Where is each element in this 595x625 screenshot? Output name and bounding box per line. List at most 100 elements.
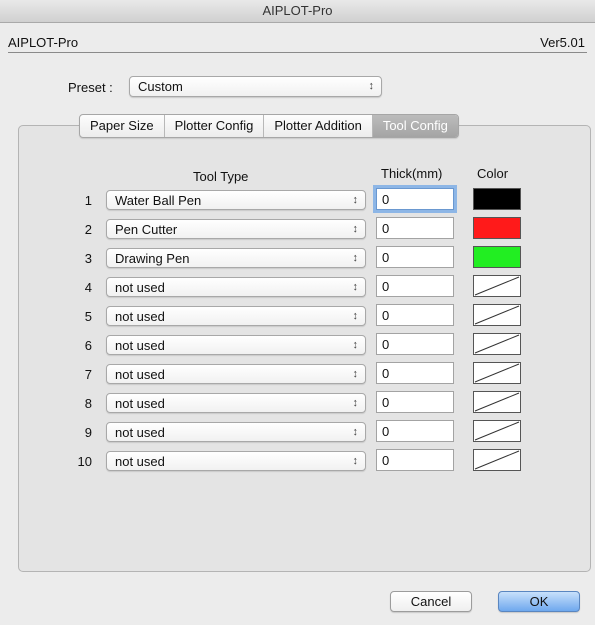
no-color-icon	[474, 421, 520, 441]
preset-select[interactable]: Custom ↕	[129, 76, 382, 97]
app-name: AIPLOT-Pro	[8, 35, 79, 50]
tool-row: 5 not used ↕ 0	[0, 304, 595, 326]
tool-type-header: Tool Type	[193, 169, 249, 184]
preset-label: Preset :	[68, 80, 113, 95]
tool-row: 6 not used ↕ 0	[0, 333, 595, 355]
color-header: Color	[477, 166, 509, 181]
tab-plotter-config[interactable]: Plotter Config	[165, 115, 265, 137]
thick-header: Thick(mm)	[381, 166, 443, 181]
tab-paper-size[interactable]: Paper Size	[80, 115, 165, 137]
thickness-input[interactable]: 0	[376, 333, 454, 355]
tool-type-select[interactable]: Pen Cutter ↕	[106, 219, 366, 239]
tool-type-value: not used	[115, 454, 165, 469]
tool-type-value: Water Ball Pen	[115, 193, 202, 208]
updown-arrows-icon: ↕	[352, 368, 359, 380]
thickness-input[interactable]: 0	[376, 275, 454, 297]
row-number: 8	[84, 396, 92, 411]
thickness-input[interactable]: 0	[376, 420, 454, 442]
tool-type-value: not used	[115, 280, 165, 295]
tool-type-value: not used	[115, 309, 165, 324]
thickness-input[interactable]: 0	[376, 217, 454, 239]
thickness-value: 0	[382, 424, 390, 439]
tool-row: 7 not used ↕ 0	[0, 362, 595, 384]
tool-type-select[interactable]: not used ↕	[106, 306, 366, 326]
color-swatch[interactable]	[473, 246, 521, 268]
tool-type-value: not used	[115, 396, 165, 411]
tool-row: 9 not used ↕ 0	[0, 420, 595, 442]
color-swatch[interactable]	[473, 217, 521, 239]
thickness-value: 0	[382, 366, 390, 381]
thickness-input[interactable]: 0	[376, 362, 454, 384]
header-divider	[8, 52, 587, 53]
row-number: 3	[84, 251, 92, 266]
thickness-input[interactable]: 0	[376, 449, 454, 471]
color-swatch[interactable]	[473, 449, 521, 471]
tool-row: 8 not used ↕ 0	[0, 391, 595, 413]
no-color-icon	[474, 363, 520, 383]
tool-type-select[interactable]: not used ↕	[106, 364, 366, 384]
ok-button[interactable]: OK	[498, 591, 580, 612]
updown-arrows-icon: ↕	[352, 310, 359, 322]
tool-type-value: not used	[115, 338, 165, 353]
tab-tool-config[interactable]: Tool Config	[372, 115, 458, 137]
color-swatch[interactable]	[473, 391, 521, 413]
no-color-icon	[474, 276, 520, 296]
thickness-value: 0	[382, 221, 390, 236]
no-color-icon	[474, 334, 520, 354]
color-swatch[interactable]	[473, 333, 521, 355]
color-swatch[interactable]	[473, 188, 521, 210]
window-title: AIPLOT-Pro	[262, 3, 333, 18]
row-number: 1	[84, 193, 92, 208]
tab-plotter-addition[interactable]: Plotter Addition	[264, 115, 373, 137]
updown-arrows-icon: ↕	[352, 223, 359, 235]
thickness-value: 0	[382, 250, 390, 265]
thickness-value: 0	[382, 279, 390, 294]
color-swatch[interactable]	[473, 420, 521, 442]
updown-arrows-icon: ↕	[352, 455, 359, 467]
updown-arrows-icon: ↕	[352, 397, 359, 409]
tool-type-select[interactable]: not used ↕	[106, 335, 366, 355]
no-color-icon	[474, 305, 520, 325]
thickness-value: 0	[382, 192, 390, 207]
no-color-icon	[474, 450, 520, 470]
tool-type-select[interactable]: not used ↕	[106, 451, 366, 471]
row-number: 2	[84, 222, 92, 237]
tool-type-value: Pen Cutter	[115, 222, 178, 237]
tool-row: 2 Pen Cutter ↕ 0	[0, 217, 595, 239]
tool-type-value: not used	[115, 425, 165, 440]
updown-arrows-icon: ↕	[352, 339, 359, 351]
color-swatch[interactable]	[473, 275, 521, 297]
tool-type-select[interactable]: Water Ball Pen ↕	[106, 190, 366, 210]
thickness-input[interactable]: 0	[376, 246, 454, 268]
row-number: 6	[84, 338, 92, 353]
cancel-button[interactable]: Cancel	[390, 591, 472, 612]
tool-row: 10 not used ↕ 0	[0, 449, 595, 471]
thickness-value: 0	[382, 308, 390, 323]
tab-bar: Paper Size Plotter Config Plotter Additi…	[79, 114, 459, 138]
updown-arrows-icon: ↕	[352, 281, 359, 293]
thickness-input[interactable]: 0	[376, 304, 454, 326]
updown-arrows-icon: ↕	[352, 194, 359, 206]
thickness-input[interactable]: 0	[376, 391, 454, 413]
preset-value: Custom	[138, 79, 183, 94]
color-swatch[interactable]	[473, 362, 521, 384]
window-titlebar: AIPLOT-Pro	[0, 0, 595, 23]
tool-type-value: Drawing Pen	[115, 251, 190, 266]
tool-type-value: not used	[115, 367, 165, 382]
updown-arrows-icon: ↕	[368, 80, 375, 92]
tool-row: 1 Water Ball Pen ↕ 0	[0, 188, 595, 210]
color-swatch[interactable]	[473, 304, 521, 326]
tool-type-select[interactable]: not used ↕	[106, 422, 366, 442]
thickness-value: 0	[382, 395, 390, 410]
updown-arrows-icon: ↕	[352, 426, 359, 438]
row-number: 9	[84, 425, 92, 440]
thickness-input[interactable]: 0	[376, 188, 454, 210]
tool-row: 4 not used ↕ 0	[0, 275, 595, 297]
tool-type-select[interactable]: Drawing Pen ↕	[106, 248, 366, 268]
tool-type-select[interactable]: not used ↕	[106, 393, 366, 413]
tool-type-select[interactable]: not used ↕	[106, 277, 366, 297]
tool-row: 3 Drawing Pen ↕ 0	[0, 246, 595, 268]
row-number: 5	[84, 309, 92, 324]
updown-arrows-icon: ↕	[352, 252, 359, 264]
version-label: Ver5.01	[540, 35, 585, 50]
